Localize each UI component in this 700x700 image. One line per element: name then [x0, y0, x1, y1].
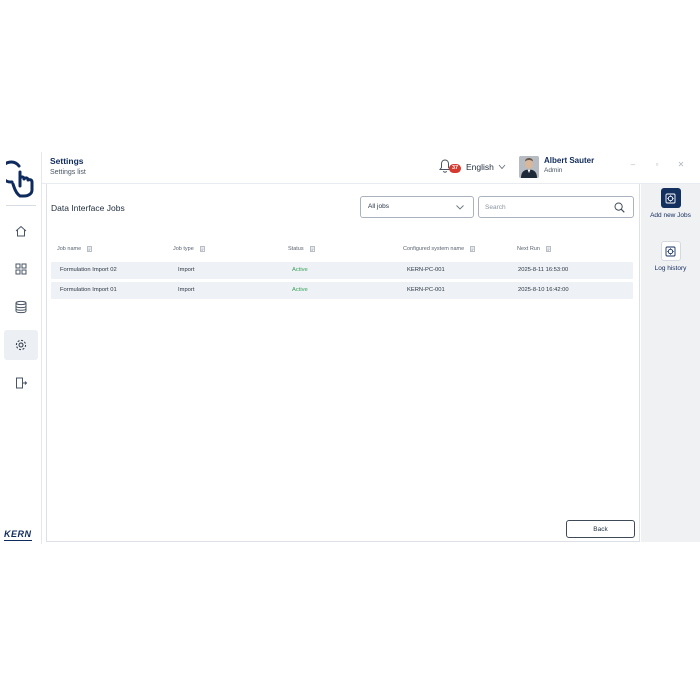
search-box — [478, 196, 634, 218]
filter-icon[interactable] — [546, 246, 551, 252]
add-new-jobs-label: Add new Jobs — [650, 212, 691, 219]
notification-badge: 37 — [449, 164, 461, 173]
logout-icon — [16, 377, 28, 389]
cell-job-type: Import — [178, 287, 195, 293]
chevron-down-icon — [456, 205, 464, 210]
user-role: Admin — [544, 167, 563, 174]
touch-logo-icon — [0, 160, 46, 200]
section-title: Data Interface Jobs — [51, 203, 125, 213]
apps-grid-icon — [15, 263, 27, 275]
chevron-down-icon — [498, 164, 506, 170]
kern-logo: KERN — [4, 529, 32, 541]
sidebar-divider — [6, 205, 36, 206]
language-select[interactable]: English — [466, 162, 506, 172]
cell-job-name: Formulation Import 02 — [60, 267, 117, 273]
table-row[interactable]: Formulation Import 02 Import Active KERN… — [51, 262, 633, 279]
column-header-next-run[interactable]: Next Run — [517, 246, 551, 252]
table-header: Job name Job type Status Configured syst… — [51, 246, 633, 258]
sidebar: KERN — [0, 152, 46, 544]
sidebar-item-settings[interactable] — [4, 330, 38, 360]
breadcrumb: Settings list — [50, 169, 86, 176]
sidebar-item-apps[interactable] — [4, 254, 38, 284]
app-window: KERN Settings Settings list 37 English A… — [0, 152, 700, 544]
filter-icon[interactable] — [87, 246, 92, 252]
add-job-icon — [660, 188, 681, 208]
column-header-status[interactable]: Status — [288, 246, 315, 252]
filter-icon[interactable] — [309, 246, 315, 252]
top-header: Settings Settings list 37 English Albert… — [42, 152, 700, 184]
search-icon[interactable] — [614, 202, 625, 213]
job-filter-value: All jobs — [368, 203, 389, 210]
cell-next-run: 2025-8-11 16:53:00 — [518, 267, 569, 273]
column-header-job-name[interactable]: Job name — [57, 246, 92, 252]
gear-icon — [15, 339, 27, 351]
cell-system-name: KERN-PC-001 — [407, 287, 445, 293]
log-history-icon — [660, 241, 681, 261]
sidebar-item-logout[interactable] — [4, 368, 38, 398]
filter-icon[interactable] — [199, 246, 205, 252]
database-icon — [15, 300, 27, 314]
main-content: Data Interface Jobs All jobs Job name Jo… — [46, 184, 640, 542]
page-title: Settings — [50, 156, 84, 166]
cell-job-name: Formulation Import 01 — [60, 287, 117, 293]
close-icon[interactable]: ✕ — [676, 160, 686, 170]
cell-status: Active — [292, 267, 308, 273]
column-header-system-name[interactable]: Configured system name — [403, 246, 475, 252]
language-label: English — [466, 162, 494, 172]
column-header-job-type[interactable]: Job type — [173, 246, 205, 252]
filter-icon[interactable] — [470, 246, 475, 252]
maximize-icon[interactable]: ▫ — [652, 160, 662, 170]
log-history-label: Log history — [654, 265, 687, 272]
cell-job-type: Import — [178, 267, 195, 273]
back-button[interactable]: Back — [566, 520, 635, 538]
search-input[interactable] — [485, 201, 605, 214]
add-new-jobs-button[interactable]: Add new Jobs — [641, 188, 700, 219]
table-row[interactable]: Formulation Import 01 Import Active KERN… — [51, 282, 633, 299]
home-icon — [15, 225, 27, 237]
minimize-icon[interactable]: – — [628, 160, 638, 170]
log-history-button[interactable]: Log history — [641, 241, 700, 272]
avatar[interactable] — [519, 156, 539, 178]
user-name: Albert Sauter — [544, 156, 595, 165]
sidebar-item-database[interactable] — [4, 292, 38, 322]
sidebar-item-home[interactable] — [4, 216, 38, 246]
cell-system-name: KERN-PC-001 — [407, 267, 445, 273]
cell-status: Active — [292, 287, 308, 293]
action-panel: Add new Jobs Log history — [641, 184, 700, 542]
cell-next-run: 2025-8-10 16:42:00 — [518, 287, 569, 293]
job-filter-select[interactable]: All jobs — [360, 196, 474, 218]
